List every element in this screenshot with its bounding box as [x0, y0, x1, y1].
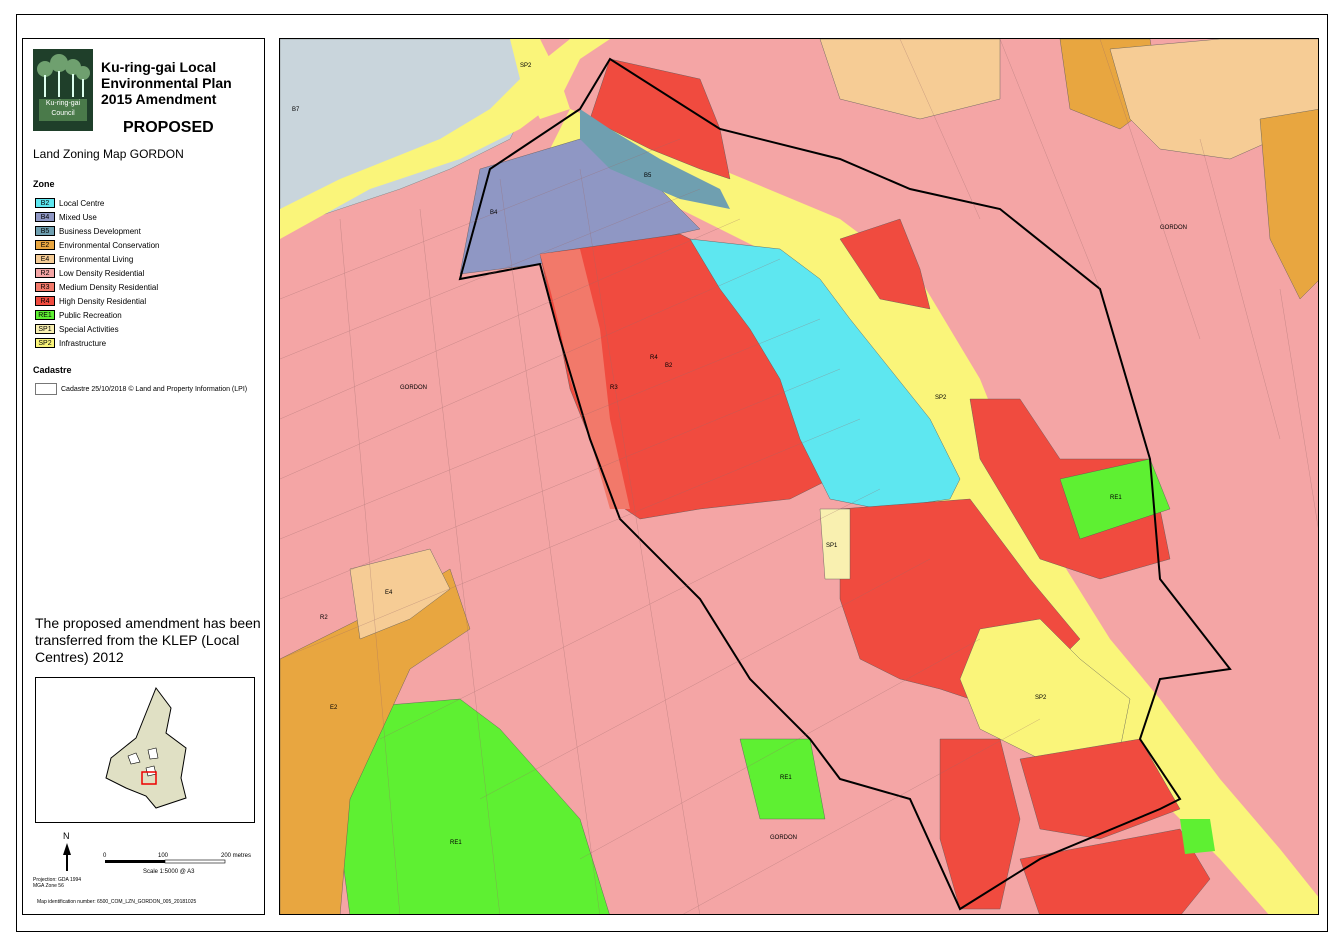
zone-swatch: E4: [35, 254, 55, 264]
label-sp2-corridor: SP2: [935, 395, 947, 401]
label-b2: B2: [665, 363, 673, 369]
scale-tick-0: 0: [103, 853, 107, 859]
locality-label: GORDON: [1160, 225, 1187, 231]
zone-label: Infrastructure: [59, 338, 107, 348]
scale-text: Scale 1:5000 @ A3: [143, 869, 195, 875]
cadastre-heading: Cadastre: [33, 365, 72, 375]
zoning-map-canvas: GORDON GORDON GORDON B2 B4 B5 B7 SP2 SP2…: [280, 39, 1318, 914]
zone-legend-item: SP1 Special Activities: [35, 322, 160, 336]
zone-legend-item: R2 Low Density Residential: [35, 266, 160, 280]
cadastre-legend-item: Cadastre 25/10/2018 © Land and Property …: [35, 383, 247, 395]
locality-label-south: GORDON: [770, 835, 797, 841]
projection-line-2: MGA Zone 56: [33, 883, 64, 889]
zone-swatch: SP1: [35, 324, 55, 334]
zone-legend-item: RE1 Public Recreation: [35, 308, 160, 322]
zone-legend-item: E4 Environmental Living: [35, 252, 160, 266]
label-e4: E4: [385, 590, 393, 596]
zone-label: Environmental Conservation: [59, 240, 160, 250]
zone-swatch: E2: [35, 240, 55, 250]
label-r4: R4: [650, 355, 658, 361]
status-label: PROPOSED: [123, 119, 214, 136]
zone-label: Medium Density Residential: [59, 282, 159, 292]
zone-label: Public Recreation: [59, 310, 122, 320]
cadastre-swatch: [35, 383, 57, 395]
map-id: Map identification number: 6500_COM_LZN_…: [37, 899, 197, 905]
tree-icon: [37, 54, 90, 97]
council-logo: Ku-ring-gai Council: [33, 49, 93, 131]
zoning-map[interactable]: GORDON GORDON GORDON B2 B4 B5 B7 SP2 SP2…: [279, 38, 1319, 915]
zone-legend-item: R3 Medium Density Residential: [35, 280, 160, 294]
zone-label: Special Activities: [59, 324, 119, 334]
zone-legend-item: E2 Environmental Conservation: [35, 238, 160, 252]
zone-swatch: R2: [35, 268, 55, 278]
zone-swatch: B5: [35, 226, 55, 236]
zone-label: Low Density Residential: [59, 268, 145, 278]
zone-heading: Zone: [33, 179, 55, 189]
zone-label: Mixed Use: [59, 212, 97, 222]
zone-list: B2 Local Centre B4 Mixed Use B5 Business Deve…: [35, 196, 160, 350]
label-b7: B7: [292, 107, 300, 113]
zone-legend-item: R4 High Density Residential: [35, 294, 160, 308]
label-b4: B4: [490, 210, 498, 216]
zone-label: Environmental Living: [59, 254, 134, 264]
zone-swatch: RE1: [35, 310, 55, 320]
zone-label: Local Centre: [59, 198, 105, 208]
zone-legend-item: SP2 Infrastructure: [35, 336, 160, 350]
label-e2: E2: [330, 705, 338, 711]
label-re1-southwest: RE1: [450, 840, 462, 846]
label-sp2-station: SP2: [1035, 695, 1047, 701]
zone-swatch: SP2: [35, 338, 55, 348]
projection-info: Projection: GDA 1994 MGA Zone 56: [33, 877, 81, 889]
lga-outline: [105, 686, 187, 809]
label-sp1: SP1: [826, 543, 838, 549]
scale-bar: 0 100 200 metres Scale 1:5000 @ A3: [103, 849, 263, 889]
zone-legend-item: B5 Business Development: [35, 224, 160, 238]
zone-label: High Density Residential: [59, 296, 147, 306]
zone-swatch: B4: [35, 212, 55, 222]
label-sp2-north: SP2: [520, 63, 532, 69]
map-subtitle: Land Zoning Map GORDON: [33, 147, 184, 161]
zone-swatch: B2: [35, 198, 55, 208]
label-re1-central: RE1: [780, 775, 792, 781]
label-r2: R2: [320, 615, 328, 621]
zone-legend-item: B4 Mixed Use: [35, 210, 160, 224]
amendment-note: The proposed amendment has been transfer…: [35, 615, 261, 665]
legend-panel: Ku-ring-gai Council Ku-ring-gai Local En…: [22, 38, 265, 915]
zone-swatch: R4: [35, 296, 55, 306]
locality-label-west: GORDON: [400, 385, 427, 391]
label-r3: R3: [610, 385, 618, 391]
scale-tick-100: 100: [158, 853, 169, 859]
scale-tick-200: 200 metres: [221, 853, 251, 859]
plan-title: Ku-ring-gai Local Environmental Plan 201…: [101, 59, 232, 107]
north-label: N: [63, 831, 70, 841]
zone-swatch: R3: [35, 282, 55, 292]
zone-legend-item: B2 Local Centre: [35, 196, 160, 210]
label-re1-east: RE1: [1110, 495, 1122, 501]
label-b5: B5: [644, 173, 652, 179]
logo-badge: Ku-ring-gai Council: [39, 99, 87, 121]
locator-map: [35, 677, 255, 823]
cadastre-label: Cadastre 25/10/2018 © Land and Property …: [61, 385, 248, 393]
zone-label: Business Development: [59, 226, 141, 236]
zone-re1-south: [1180, 819, 1215, 854]
